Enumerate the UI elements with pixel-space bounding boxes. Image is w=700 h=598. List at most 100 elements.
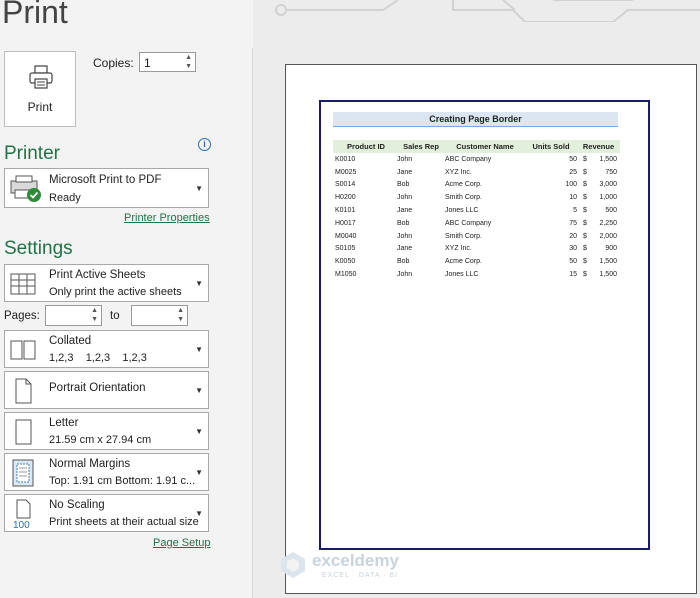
paper-dimensions: 21.59 cm x 27.94 cm: [49, 434, 152, 446]
cell-product-id: M0040: [335, 232, 357, 240]
cell-units-sold: 5: [573, 207, 577, 215]
collation-order: 1,2,3 1,2,3 1,2,3: [49, 352, 147, 364]
collated-icon: [10, 340, 36, 360]
copies-stepper[interactable]: 1 ▲ ▼: [139, 52, 196, 72]
pages-to-input[interactable]: ▲ ▼: [131, 305, 188, 326]
print-button-label: Print: [27, 100, 53, 114]
currency-symbol: $: [583, 258, 587, 266]
page-title: Print: [2, 0, 68, 30]
column-header: Sales Rep: [397, 140, 445, 153]
spin-down-icon[interactable]: ▼: [177, 316, 184, 323]
table-row: K0010 John ABC Company 50 $1,500: [333, 153, 620, 166]
cell-sales-rep: John: [397, 155, 413, 163]
spin-up-icon[interactable]: ▲: [91, 307, 98, 314]
cell-revenue: $1,500: [577, 153, 620, 166]
copies-value: 1: [144, 56, 151, 70]
printer-name: Microsoft Print to PDF: [49, 174, 162, 186]
cell-product-id: S0014: [335, 181, 356, 189]
cell-units-sold: 100: [565, 181, 577, 189]
print-what-dropdown[interactable]: Print Active Sheets Only print the activ…: [4, 264, 209, 302]
revenue-amount: 750: [605, 168, 617, 176]
cell-product-id: K0050: [335, 258, 356, 266]
cell-customer-name: Jones LLC: [445, 271, 479, 279]
column-header: Product ID: [333, 140, 397, 153]
revenue-amount: 2,000: [599, 232, 617, 240]
printer-dropdown[interactable]: Microsoft Print to PDF Ready ▼: [4, 168, 209, 208]
cell-units-sold: 50: [569, 155, 577, 163]
cell-units-sold: 75: [569, 219, 577, 227]
pages-label: Pages:: [4, 310, 40, 322]
cell-product-id: S0105: [335, 245, 356, 253]
cell-customer-name: Acme Corp.: [445, 181, 482, 189]
cell-sales-rep: Jane: [397, 207, 413, 215]
revenue-amount: 900: [605, 245, 617, 253]
spin-down-icon[interactable]: ▼: [185, 63, 192, 70]
spin-down-icon[interactable]: ▼: [91, 316, 98, 323]
portrait-icon: [15, 378, 32, 404]
cell-customer-name: Jones LLC: [445, 207, 479, 215]
table-row: K0101 Jane Jones LLC 5 $500: [333, 204, 620, 217]
column-header: Units Sold: [525, 140, 577, 153]
paper-size-dropdown[interactable]: Letter 21.59 cm x 27.94 cm ▼: [4, 412, 209, 450]
print-button[interactable]: Print: [4, 51, 76, 127]
currency-symbol: $: [583, 245, 587, 253]
paper-size-icon: [15, 419, 32, 445]
margins-dropdown[interactable]: Normal Margins Top: 1.91 cm Bottom: 1.91…: [4, 453, 209, 491]
cell-sales-rep: Bob: [397, 258, 410, 266]
cell-product-id: M0025: [335, 168, 357, 176]
info-icon[interactable]: i: [198, 138, 211, 151]
cell-revenue: $1,500: [577, 255, 620, 268]
currency-symbol: $: [583, 194, 587, 202]
currency-symbol: $: [583, 207, 587, 215]
column-header: Revenue: [577, 140, 620, 153]
cell-units-sold: 10: [569, 194, 577, 202]
cell-units-sold: 30: [569, 245, 577, 253]
page-border: Creating Page Border Product ID Sales Re…: [319, 100, 650, 550]
data-table: Product ID Sales Rep Customer Name Units…: [333, 140, 620, 281]
cell-product-id: K0010: [335, 155, 356, 163]
table-row: M0025 Jane XYZ Inc. 25 $750: [333, 166, 620, 179]
sheets-icon: [10, 273, 36, 295]
collation-dropdown[interactable]: Collated 1,2,3 1,2,3 1,2,3 ▼: [4, 330, 209, 368]
revenue-amount: 1,500: [599, 271, 617, 279]
scaling-dropdown[interactable]: 100 No Scaling Print sheets at their act…: [4, 494, 209, 532]
table-row: H0200 John Smith Corp. 10 $1,000: [333, 191, 620, 204]
currency-symbol: $: [583, 181, 587, 189]
cell-sales-rep: John: [397, 232, 413, 240]
margins-icon: [12, 459, 34, 487]
orientation-value: Portrait Orientation: [49, 382, 146, 394]
print-preview-pane: Creating Page Border Product ID Sales Re…: [253, 0, 700, 598]
chevron-down-icon: ▼: [195, 184, 203, 193]
cell-product-id: H0200: [335, 194, 356, 202]
cell-sales-rep: Bob: [397, 219, 410, 227]
chevron-down-icon: ▼: [195, 345, 203, 354]
cell-revenue: $1,000: [577, 191, 620, 204]
cell-units-sold: 20: [569, 232, 577, 240]
table-row: K0050 Bob Acme Corp. 50 $1,500: [333, 255, 620, 268]
spin-up-icon[interactable]: ▲: [177, 307, 184, 314]
printer-icon: [29, 65, 53, 89]
cell-revenue: $2,250: [577, 217, 620, 230]
cell-product-id: H0017: [335, 219, 356, 227]
scaling-value: No Scaling: [49, 499, 105, 511]
cell-sales-rep: Jane: [397, 168, 413, 176]
pages-from-input[interactable]: ▲ ▼: [45, 305, 102, 326]
column-header: Customer Name: [445, 140, 525, 153]
orientation-dropdown[interactable]: Portrait Orientation ▼: [4, 371, 209, 409]
cell-sales-rep: Bob: [397, 181, 410, 189]
paper-size-value: Letter: [49, 417, 79, 429]
table-row: S0105 Jane XYZ Inc. 30 $900: [333, 243, 620, 256]
printer-ready-icon: [10, 175, 41, 202]
cell-revenue: $500: [577, 204, 620, 217]
cell-customer-name: ABC Company: [445, 155, 492, 163]
table-row: H0017 Bob ABC Company 75 $2,250: [333, 217, 620, 230]
currency-symbol: $: [583, 168, 587, 176]
cell-units-sold: 50: [569, 258, 577, 266]
revenue-amount: 1,500: [599, 155, 617, 163]
watermark-name: exceldemy: [312, 551, 399, 570]
page-setup-link[interactable]: Page Setup: [153, 537, 211, 549]
cell-customer-name: XYZ Inc.: [445, 168, 472, 176]
spin-up-icon[interactable]: ▲: [185, 54, 192, 61]
printer-properties-link[interactable]: Printer Properties: [124, 212, 210, 224]
table-header-row: Product ID Sales Rep Customer Name Units…: [333, 140, 620, 153]
